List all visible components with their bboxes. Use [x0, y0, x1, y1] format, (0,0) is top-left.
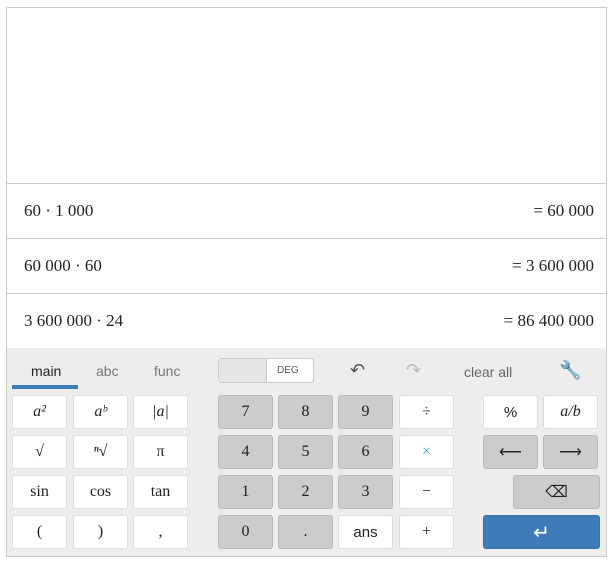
keypad: main abc func DEG ↶ ↷ clear all 🔧 a² aᵇ |a…	[7, 348, 606, 556]
key-1[interactable]: aᵇ	[73, 395, 128, 429]
key-×[interactable]: ×	[399, 435, 454, 469]
result: = 60 000	[533, 201, 594, 220]
clear-all-button[interactable]: clear all	[464, 364, 512, 380]
key-−[interactable]: −	[399, 475, 454, 509]
expression: 60 000 · 60	[24, 256, 102, 275]
history-row[interactable]: 60 000 · 60 = 3 600 000	[7, 239, 606, 294]
tab-main[interactable]: main	[31, 363, 61, 379]
key-ans[interactable]: ans	[338, 515, 393, 549]
key-8[interactable]: 8	[278, 395, 333, 429]
history-row[interactable]: 60 · 1 000 = 60 000	[7, 184, 606, 239]
deg-label: DEG	[277, 365, 299, 376]
redo-icon[interactable]: ↷	[406, 360, 421, 381]
key-1[interactable]: 1	[218, 475, 273, 509]
key-6[interactable]: sin	[12, 475, 67, 509]
key-9[interactable]: (	[12, 515, 67, 549]
key-0[interactable]: 0	[218, 515, 273, 549]
key-÷[interactable]: ÷	[399, 395, 454, 429]
key-enter[interactable]: ↵	[483, 515, 600, 549]
key-8[interactable]: tan	[133, 475, 188, 509]
key-11[interactable]: ,	[133, 515, 188, 549]
key-6[interactable]: 6	[338, 435, 393, 469]
key-3[interactable]: √	[12, 435, 67, 469]
key-7[interactable]: cos	[73, 475, 128, 509]
key-right-arrow[interactable]: ⟶	[543, 435, 598, 469]
active-tab-indicator	[12, 385, 78, 389]
key-10[interactable]: )	[73, 515, 128, 549]
key-left-arrow[interactable]: ⟵	[483, 435, 538, 469]
key-9[interactable]: 9	[338, 395, 393, 429]
key-7[interactable]: 7	[218, 395, 273, 429]
expression-input-area[interactable]	[7, 8, 606, 184]
expression: 3 600 000 · 24	[24, 311, 124, 330]
key-4[interactable]: 4	[218, 435, 273, 469]
key-2[interactable]: |a|	[133, 395, 188, 429]
key-0[interactable]: a²	[12, 395, 67, 429]
undo-icon[interactable]: ↶	[350, 360, 365, 381]
key-percent[interactable]: %	[483, 395, 538, 429]
settings-wrench-icon[interactable]: 🔧	[559, 360, 581, 381]
key-.[interactable]: .	[278, 515, 333, 549]
expression: 60 · 1 000	[24, 201, 94, 220]
key-2[interactable]: 2	[278, 475, 333, 509]
calculator: 60 · 1 000 = 60 000 60 000 · 60 = 3 600 00…	[6, 7, 607, 557]
tab-abc[interactable]: abc	[96, 363, 119, 379]
key-+[interactable]: +	[399, 515, 454, 549]
key-fraction[interactable]: a/b	[543, 395, 598, 429]
deg-toggle[interactable]: DEG	[218, 358, 314, 383]
key-5[interactable]: 5	[278, 435, 333, 469]
result: = 86 400 000	[503, 311, 594, 330]
result: = 3 600 000	[512, 256, 594, 275]
key-4[interactable]: ⁿ√	[73, 435, 128, 469]
tab-func[interactable]: func	[154, 363, 180, 379]
key-backspace[interactable]: ⌫	[513, 475, 600, 509]
history-row[interactable]: 3 600 000 · 24 = 86 400 000	[7, 294, 606, 349]
key-5[interactable]: π	[133, 435, 188, 469]
key-3[interactable]: 3	[338, 475, 393, 509]
